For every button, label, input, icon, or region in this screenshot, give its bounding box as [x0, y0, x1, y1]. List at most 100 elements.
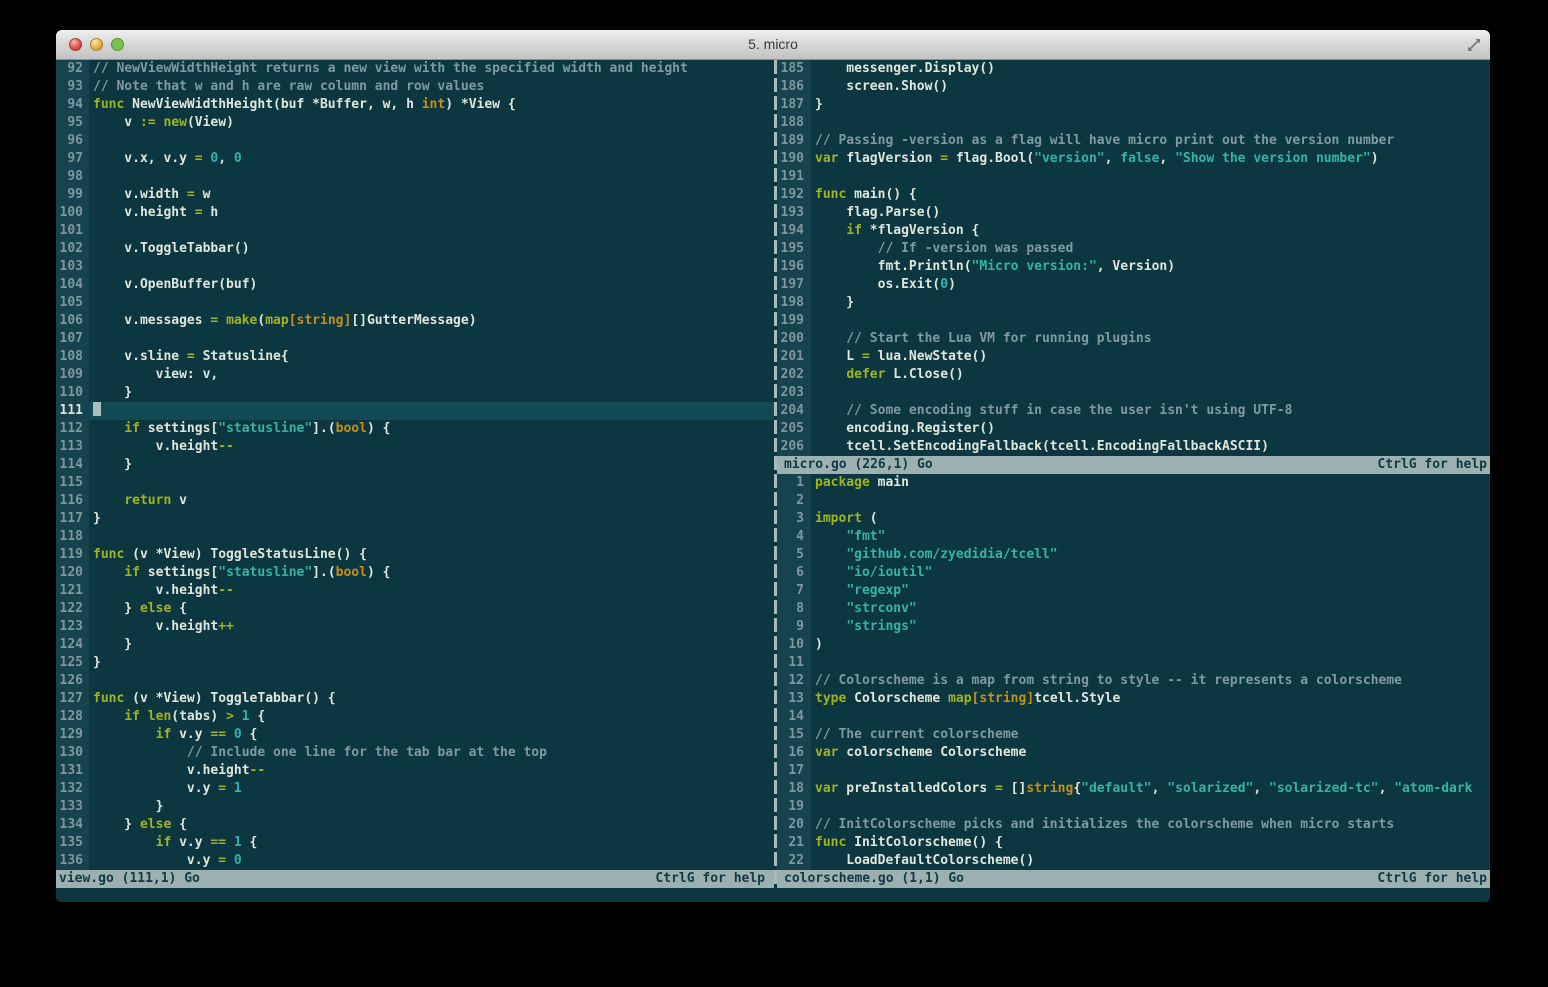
line-content — [811, 655, 815, 670]
code-line[interactable]: 186 screen.Show() — [777, 78, 1490, 96]
code-line[interactable]: 101 — [56, 222, 774, 240]
code-line[interactable]: 136 v.y = 0 — [56, 852, 774, 870]
code-area-colorscheme-go[interactable]: 1 package main 2 3 import (4 "fmt" 5 "github.… — [777, 474, 1490, 870]
code-line[interactable]: 123 v.height++ — [56, 618, 774, 636]
code-line[interactable]: 200 // Start the Lua VM for running plug… — [777, 330, 1490, 348]
window-titlebar[interactable]: 5. micro — [56, 30, 1490, 60]
code-line[interactable]: 196 fmt.Println("Micro version:", Versio… — [777, 258, 1490, 276]
code-line[interactable]: 7 "regexp" — [777, 582, 1490, 600]
code-area-micro-go[interactable]: 185 messenger.Display() 186 screen.Show()… — [777, 60, 1490, 456]
code-line[interactable]: 199 — [777, 312, 1490, 330]
code-line[interactable]: 18 var preInstalledColors = []string{"def… — [777, 780, 1490, 798]
code-line[interactable]: 93 // Note that w and h are raw column an… — [56, 78, 774, 96]
line-content — [89, 402, 101, 418]
code-line[interactable]: 94 func NewViewWidthHeight(buf *Buffer, w… — [56, 96, 774, 114]
code-line[interactable]: 98 — [56, 168, 774, 186]
code-line[interactable]: 15 // The current colorscheme — [777, 726, 1490, 744]
code-line[interactable]: 129 if v.y == 0 { — [56, 726, 774, 744]
code-line[interactable]: 125} — [56, 654, 774, 672]
code-line[interactable]: 201 L = lua.NewState() — [777, 348, 1490, 366]
code-line[interactable]: 126 — [56, 672, 774, 690]
code-line[interactable]: 135 if v.y == 1 { — [56, 834, 774, 852]
code-line[interactable]: 195 // If -version was passed — [777, 240, 1490, 258]
code-line[interactable]: 2 — [777, 492, 1490, 510]
code-line[interactable]: 193 flag.Parse() — [777, 204, 1490, 222]
code-line[interactable]: 97 v.x, v.y = 0, 0 — [56, 150, 774, 168]
code-line[interactable]: 134 } else { — [56, 816, 774, 834]
code-line[interactable]: 96 — [56, 132, 774, 150]
code-line[interactable]: 112 if settings["statusline"].(bool) { — [56, 420, 774, 438]
code-line[interactable]: 14 — [777, 708, 1490, 726]
code-line[interactable]: 95 v := new(View) — [56, 114, 774, 132]
code-line[interactable]: 194 if *flagVersion { — [777, 222, 1490, 240]
code-line[interactable]: 110 } — [56, 384, 774, 402]
code-line[interactable]: 202 defer L.Close() — [777, 366, 1490, 384]
code-line[interactable]: 4 "fmt" — [777, 528, 1490, 546]
code-line[interactable]: 185 messenger.Display() — [777, 60, 1490, 78]
resize-icon[interactable] — [1466, 37, 1482, 53]
code-line[interactable]: 122 } else { — [56, 600, 774, 618]
code-line[interactable]: 131 v.height-- — [56, 762, 774, 780]
code-line[interactable]: 99 v.width = w — [56, 186, 774, 204]
code-line[interactable]: 5 "github.com/zyedidia/tcell" — [777, 546, 1490, 564]
code-line[interactable]: 100 v.height = h — [56, 204, 774, 222]
code-line[interactable]: 108 v.sline = Statusline{ — [56, 348, 774, 366]
pane-micro-go: 185 messenger.Display() 186 screen.Show()… — [777, 60, 1490, 474]
code-line[interactable]: 119 func (v *View) ToggleStatusLine() { — [56, 546, 774, 564]
code-line[interactable]: 120 if settings["statusline"].(bool) { — [56, 564, 774, 582]
code-line[interactable]: 132 v.y = 1 — [56, 780, 774, 798]
code-line[interactable]: 22 LoadDefaultColorscheme() — [777, 852, 1490, 870]
code-line[interactable]: 109 view: v, — [56, 366, 774, 384]
code-line[interactable]: 105 — [56, 294, 774, 312]
code-line[interactable]: 12 // Colorscheme is a map from string to… — [777, 672, 1490, 690]
code-line[interactable]: 197 os.Exit(0) — [777, 276, 1490, 294]
command-bar[interactable] — [56, 888, 1490, 902]
code-line[interactable]: 117} — [56, 510, 774, 528]
code-line[interactable]: 19 — [777, 798, 1490, 816]
code-line[interactable]: 16 var colorscheme Colorscheme — [777, 744, 1490, 762]
code-line[interactable]: 1 package main — [777, 474, 1490, 492]
code-line[interactable]: 128 if len(tabs) > 1 { — [56, 708, 774, 726]
code-line[interactable]: 116 return v — [56, 492, 774, 510]
code-area-view-go[interactable]: 92 // NewViewWidthHeight returns a new vi… — [56, 60, 774, 870]
line-content: // If -version was passed — [815, 241, 1074, 256]
code-line[interactable]: 188 — [777, 114, 1490, 132]
code-line[interactable]: 92 // NewViewWidthHeight returns a new vi… — [56, 60, 774, 78]
code-line[interactable]: 206 tcell.SetEncodingFallback(tcell.Enco… — [777, 438, 1490, 456]
code-line[interactable]: 21 func InitColorscheme() { — [777, 834, 1490, 852]
code-line[interactable]: 106 v.messages = make(map[string][]Gutte… — [56, 312, 774, 330]
code-line[interactable]: 205 encoding.Register() — [777, 420, 1490, 438]
statusbar-view-go: view.go (111,1) Go CtrlG for help — [56, 870, 774, 888]
code-line[interactable]: 187} — [777, 96, 1490, 114]
code-line[interactable]: 203 — [777, 384, 1490, 402]
code-line[interactable]: 10) — [777, 636, 1490, 654]
code-line[interactable]: 102 v.ToggleTabbar() — [56, 240, 774, 258]
code-line[interactable]: 103 — [56, 258, 774, 276]
code-line[interactable]: 111 — [56, 402, 774, 420]
code-line[interactable]: 8 "strconv" — [777, 600, 1490, 618]
code-line[interactable]: 13 type Colorscheme map[string]tcell.Styl… — [777, 690, 1490, 708]
code-line[interactable]: 124 } — [56, 636, 774, 654]
code-line[interactable]: 6 "io/ioutil" — [777, 564, 1490, 582]
code-line[interactable]: 9 "strings" — [777, 618, 1490, 636]
code-line[interactable]: 11 — [777, 654, 1490, 672]
code-line[interactable]: 113 v.height-- — [56, 438, 774, 456]
code-line[interactable]: 114 } — [56, 456, 774, 474]
code-line[interactable]: 104 v.OpenBuffer(buf) — [56, 276, 774, 294]
code-line[interactable]: 192 func main() { — [777, 186, 1490, 204]
code-line[interactable]: 198 } — [777, 294, 1490, 312]
code-line[interactable]: 190 var flagVersion = flag.Bool("version"… — [777, 150, 1490, 168]
code-line[interactable]: 118 — [56, 528, 774, 546]
code-line[interactable]: 3 import ( — [777, 510, 1490, 528]
code-line[interactable]: 191 — [777, 168, 1490, 186]
code-line[interactable]: 133 } — [56, 798, 774, 816]
code-line[interactable]: 130 // Include one line for the tab bar … — [56, 744, 774, 762]
code-line[interactable]: 204 // Some encoding stuff in case the u… — [777, 402, 1490, 420]
code-line[interactable]: 127 func (v *View) ToggleTabbar() { — [56, 690, 774, 708]
code-line[interactable]: 121 v.height-- — [56, 582, 774, 600]
code-line[interactable]: 107 — [56, 330, 774, 348]
code-line[interactable]: 189 // Passing -version as a flag will ha… — [777, 132, 1490, 150]
code-line[interactable]: 20 // InitColorscheme picks and initializ… — [777, 816, 1490, 834]
code-line[interactable]: 17 — [777, 762, 1490, 780]
code-line[interactable]: 115 — [56, 474, 774, 492]
